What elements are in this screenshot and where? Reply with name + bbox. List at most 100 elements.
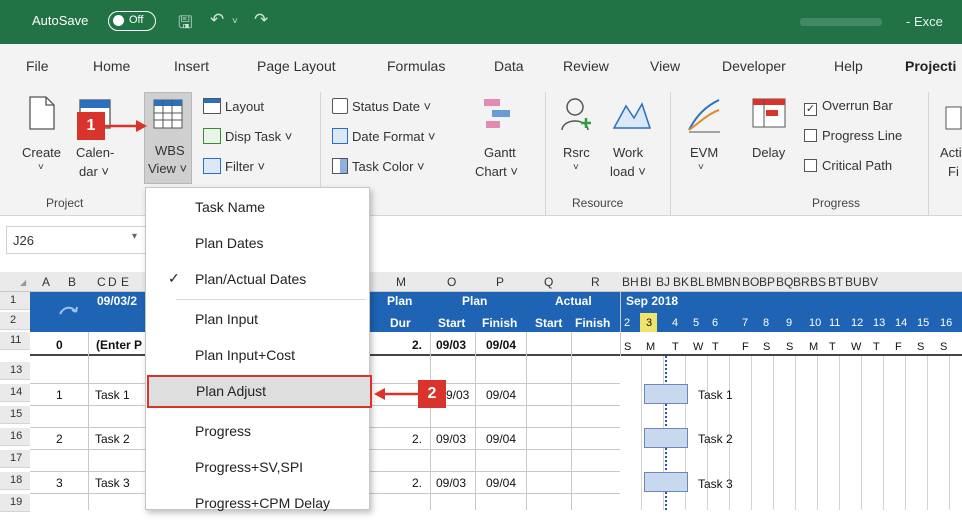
wbs-view-button[interactable]: WBS View ˅ <box>144 92 192 184</box>
tab-help[interactable]: Help <box>834 58 863 74</box>
col-header-d[interactable]: D <box>108 275 117 289</box>
name-box[interactable]: J26 ▾ <box>6 226 146 254</box>
menu-item-plan-input-cost[interactable]: Plan Input+Cost <box>146 338 369 374</box>
col-header-bp[interactable]: BP <box>759 275 775 289</box>
task-name-cell[interactable]: Task 2 <box>95 432 130 446</box>
col-header-bm[interactable]: BM <box>706 275 724 289</box>
col-header-p[interactable]: P <box>496 275 504 289</box>
undo-dropdown-icon[interactable]: ˅ <box>232 16 238 27</box>
col-header-bi[interactable]: BI <box>640 275 651 289</box>
row-header-2[interactable]: 2 <box>0 312 30 330</box>
autosave-toggle[interactable]: Off <box>108 11 156 31</box>
task-name-cell[interactable]: Task 3 <box>95 476 130 490</box>
row-header-19[interactable]: 19 <box>0 494 30 512</box>
row-header-16[interactable]: 16 <box>0 428 30 446</box>
col-header-bu[interactable]: BU <box>845 275 862 289</box>
col-header-m[interactable]: M <box>396 275 406 289</box>
tab-file[interactable]: File <box>26 58 49 74</box>
tab-projectivity[interactable]: Projecti <box>905 58 956 74</box>
col-header-a[interactable]: A <box>42 275 50 289</box>
tab-developer[interactable]: Developer <box>722 58 786 74</box>
row-header-1[interactable]: 1 <box>0 292 30 310</box>
task-color-button[interactable]: Task Color ˅ <box>332 158 425 174</box>
summary-name-cell[interactable]: (Enter P <box>96 338 142 352</box>
save-icon[interactable]: 🖫 <box>178 10 192 39</box>
tab-page-layout[interactable]: Page Layout <box>257 58 336 74</box>
task-dur-cell[interactable]: 2. <box>412 476 422 490</box>
status-date-icon <box>332 98 348 114</box>
col-header-bn[interactable]: BN <box>724 275 741 289</box>
task-finish-cell[interactable]: 09/04 <box>486 476 516 490</box>
task-name-cell[interactable]: Task 1 <box>95 388 130 402</box>
col-header-bv[interactable]: BV <box>862 275 878 289</box>
header-date-cell: 09/03/2 <box>97 294 138 308</box>
menu-item-progress-sv-spi[interactable]: Progress+SV,SPI <box>146 450 369 486</box>
tab-data[interactable]: Data <box>494 58 524 74</box>
name-box-dropdown-icon[interactable]: ▾ <box>132 231 137 242</box>
col-header-r[interactable]: R <box>591 275 600 289</box>
row-header-14[interactable]: 14 <box>0 384 30 402</box>
task-dur-cell[interactable]: 2. <box>412 432 422 446</box>
status-date-button[interactable]: Status Date ˅ <box>332 98 431 114</box>
col-header-b[interactable]: B <box>68 275 76 289</box>
col-header-bj[interactable]: BJ <box>656 275 670 289</box>
row-header-17[interactable]: 17 <box>0 450 30 468</box>
undo-icon[interactable]: ↶ <box>210 10 224 30</box>
summary-wbs-cell[interactable]: 0 <box>56 338 63 352</box>
gantt-bar[interactable] <box>644 384 688 404</box>
col-header-e[interactable]: E <box>121 275 129 289</box>
name-box-value: J26 <box>13 233 34 248</box>
layout-button[interactable]: Layout <box>203 98 264 114</box>
col-header-bh[interactable]: BH <box>622 275 639 289</box>
gantt-bar[interactable] <box>644 428 688 448</box>
gantt-bar[interactable] <box>644 472 688 492</box>
collapse-arrows-icon[interactable] <box>56 302 82 322</box>
tab-view[interactable]: View <box>650 58 680 74</box>
filter-button[interactable]: Filter ˅ <box>203 158 265 174</box>
menu-item-plan-dates[interactable]: Plan Dates <box>146 226 369 262</box>
date-format-button[interactable]: Date Format ˅ <box>332 128 435 144</box>
col-header-bs[interactable]: BS <box>810 275 826 289</box>
col-header-o[interactable]: O <box>447 275 456 289</box>
task-start-cell[interactable]: 09/03 <box>436 432 466 446</box>
row-header-18[interactable]: 18 <box>0 472 30 490</box>
col-header-bt[interactable]: BT <box>828 275 843 289</box>
menu-item-task-name[interactable]: Task Name <box>146 190 369 226</box>
task-finish-cell[interactable]: 09/04 <box>486 388 516 402</box>
tab-insert[interactable]: Insert <box>174 58 209 74</box>
redo-icon[interactable]: ↷ <box>254 10 268 30</box>
row-header-13[interactable]: 13 <box>0 362 30 380</box>
menu-item-plan-adjust[interactable]: Plan Adjust <box>147 375 372 408</box>
disp-task-button[interactable]: Disp Task ˅ <box>203 128 292 144</box>
col-header-br[interactable]: BR <box>793 275 810 289</box>
task-start-cell[interactable]: 9/03 <box>446 388 469 402</box>
overrun-bar-checkbox[interactable]: ✓ Overrun Bar <box>804 98 893 116</box>
tab-home[interactable]: Home <box>93 58 130 74</box>
task-finish-cell[interactable]: 09/04 <box>486 432 516 446</box>
progress-line-checkbox[interactable]: Progress Line <box>804 128 902 143</box>
critical-path-checkbox[interactable]: Critical Path <box>804 158 892 173</box>
menu-item-progress[interactable]: Progress <box>146 414 369 450</box>
task-number-cell[interactable]: 1 <box>56 388 63 402</box>
task-start-cell[interactable]: 09/03 <box>436 476 466 490</box>
weekday-label: W <box>851 341 862 353</box>
col-header-bk[interactable]: BK <box>673 275 689 289</box>
summary-finish-cell[interactable]: 09/04 <box>486 338 516 352</box>
row-header-15[interactable]: 15 <box>0 406 30 424</box>
col-header-c[interactable]: C <box>97 275 106 289</box>
menu-item-plan-actual-dates[interactable]: ✓ Plan/Actual Dates <box>146 262 369 298</box>
summary-start-cell[interactable]: 09/03 <box>436 338 466 352</box>
tab-formulas[interactable]: Formulas <box>387 58 445 74</box>
task-number-cell[interactable]: 2 <box>56 432 63 446</box>
col-header-bo[interactable]: BO <box>742 275 759 289</box>
menu-item-plan-input[interactable]: Plan Input <box>146 302 369 338</box>
select-all-icon[interactable]: ◢ <box>20 278 26 287</box>
row-header-11[interactable]: 11 <box>0 332 30 350</box>
summary-dur-cell[interactable]: 2. <box>412 338 422 352</box>
tab-review[interactable]: Review <box>563 58 609 74</box>
col-header-q[interactable]: Q <box>544 275 553 289</box>
task-number-cell[interactable]: 3 <box>56 476 63 490</box>
col-header-bq[interactable]: BQ <box>776 275 793 289</box>
col-header-bl[interactable]: BL <box>690 275 705 289</box>
menu-item-progress-cpm-delay[interactable]: Progress+CPM Delay <box>146 486 369 522</box>
